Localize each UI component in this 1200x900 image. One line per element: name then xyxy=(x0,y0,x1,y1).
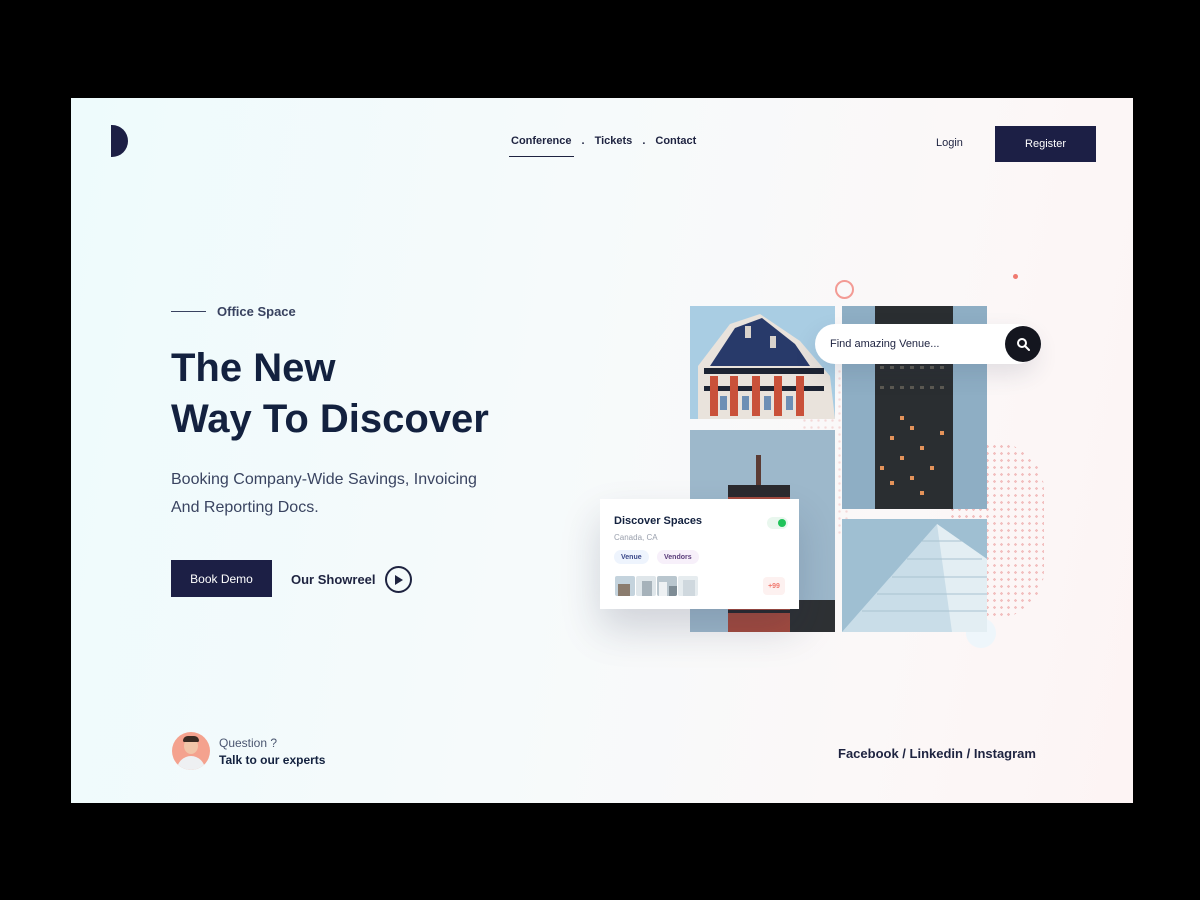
toggle-knob xyxy=(778,519,786,527)
social-facebook[interactable]: Facebook xyxy=(838,746,899,761)
social-links: Facebook / Linkedin / Instagram xyxy=(838,746,1036,761)
showreel-link[interactable]: Our Showreel xyxy=(291,566,412,593)
social-separator: / xyxy=(898,746,910,761)
eyebrow-label: Office Space xyxy=(217,304,296,319)
book-demo-button[interactable]: Book Demo xyxy=(171,560,272,597)
register-button[interactable]: Register xyxy=(995,126,1096,162)
venue-thumbnail[interactable] xyxy=(677,575,699,597)
glass-building-photo xyxy=(842,519,987,632)
search-icon xyxy=(1017,338,1030,351)
discover-spaces-card[interactable]: Discover Spaces Canada, CA Venue Vendors… xyxy=(600,499,799,609)
main-nav: Conference . Tickets . Contact xyxy=(509,135,698,157)
nav-separator: . xyxy=(642,135,646,147)
eyebrow-line xyxy=(171,311,206,312)
social-instagram[interactable]: Instagram xyxy=(974,746,1036,761)
headline-line-2: Way To Discover xyxy=(171,397,489,441)
tag-vendors[interactable]: Vendors xyxy=(657,550,699,564)
social-linkedin[interactable]: Linkedin xyxy=(910,746,963,761)
nav-tickets[interactable]: Tickets xyxy=(593,135,635,157)
login-link[interactable]: Login xyxy=(936,137,963,149)
talk-to-experts[interactable]: Question ? Talk to our experts xyxy=(172,732,325,770)
card-location: Canada, CA xyxy=(614,533,658,542)
tag-venue[interactable]: Venue xyxy=(614,550,649,564)
venue-thumbnail[interactable] xyxy=(656,575,678,597)
subtitle-line-1: Booking Company-Wide Savings, Invoicing xyxy=(171,471,477,488)
eyebrow: Office Space xyxy=(171,304,296,319)
landing-page: Conference . Tickets . Contact Login Reg… xyxy=(71,98,1133,803)
venue-thumbnail[interactable] xyxy=(635,575,657,597)
venue-search-bar xyxy=(815,324,1041,364)
building-photo xyxy=(690,306,835,419)
headline-line-1: The New xyxy=(171,346,336,390)
expert-text: Question ? Talk to our experts xyxy=(219,736,325,767)
hero-subtitle: Booking Company-Wide Savings, Invoicing … xyxy=(171,466,531,522)
search-input[interactable] xyxy=(830,338,990,350)
avatar xyxy=(172,732,210,770)
nav-contact[interactable]: Contact xyxy=(653,135,698,157)
question-label: Question ? xyxy=(219,735,278,750)
dot-decoration xyxy=(1013,274,1018,279)
ring-decoration xyxy=(835,280,854,299)
more-count-badge[interactable]: +99 xyxy=(763,577,785,595)
subtitle-line-2: And Reporting Docs. xyxy=(171,499,319,516)
showreel-label: Our Showreel xyxy=(291,572,376,587)
search-button[interactable] xyxy=(1005,326,1041,362)
social-separator: / xyxy=(962,746,974,761)
thumbnail-strip xyxy=(614,575,699,597)
nav-conference[interactable]: Conference xyxy=(509,135,574,157)
brand-logo-icon[interactable] xyxy=(111,125,128,157)
nav-separator: . xyxy=(581,135,585,147)
venue-thumbnail[interactable] xyxy=(614,575,636,597)
hero-headline: The New Way To Discover xyxy=(171,343,489,445)
play-icon[interactable] xyxy=(384,566,412,593)
availability-toggle[interactable] xyxy=(767,517,788,529)
expert-cta: Talk to our experts xyxy=(219,752,326,767)
card-title: Discover Spaces xyxy=(614,515,703,527)
